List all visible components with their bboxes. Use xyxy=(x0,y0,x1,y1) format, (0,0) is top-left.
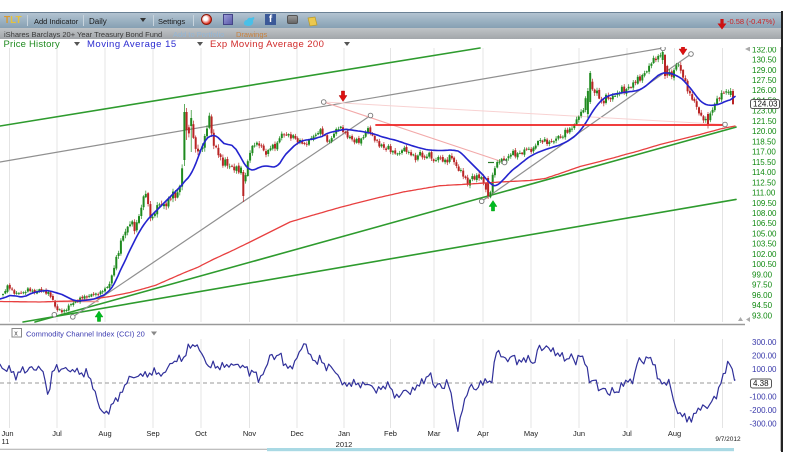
svg-text:200.00: 200.00 xyxy=(752,352,777,361)
svg-text:121.50: 121.50 xyxy=(752,117,777,126)
svg-text:132.00: 132.00 xyxy=(752,47,777,54)
svg-text:100.00: 100.00 xyxy=(752,365,777,374)
svg-text:112.50: 112.50 xyxy=(752,178,776,187)
svg-text:Mar: Mar xyxy=(428,429,441,438)
svg-text:Nov: Nov xyxy=(243,429,257,438)
svg-text:x: x xyxy=(14,331,18,338)
svg-text:4.38: 4.38 xyxy=(753,379,769,388)
svg-text:115.50: 115.50 xyxy=(752,158,776,167)
svg-text:Apr: Apr xyxy=(477,429,489,438)
svg-text:-100.00: -100.00 xyxy=(750,392,778,401)
svg-text:99.00: 99.00 xyxy=(752,270,773,279)
svg-text:Feb: Feb xyxy=(384,429,397,438)
svg-text:93.00: 93.00 xyxy=(752,311,773,320)
svg-text:-300.00: -300.00 xyxy=(750,420,778,429)
svg-text:Jul: Jul xyxy=(52,429,62,438)
svg-text:Jul: Jul xyxy=(622,429,632,438)
svg-text:2012: 2012 xyxy=(336,440,353,449)
svg-text:127.50: 127.50 xyxy=(752,76,777,85)
svg-text:124.03: 124.03 xyxy=(753,100,778,109)
svg-text:100.50: 100.50 xyxy=(752,260,777,269)
svg-text:Aug: Aug xyxy=(98,429,111,438)
svg-text:11: 11 xyxy=(2,437,10,446)
svg-text:129.00: 129.00 xyxy=(752,66,777,75)
svg-text:Sep: Sep xyxy=(146,429,159,438)
svg-text:117.00: 117.00 xyxy=(752,148,776,157)
svg-text:Oct: Oct xyxy=(195,429,208,438)
svg-text:106.50: 106.50 xyxy=(752,219,777,228)
svg-text:-200.00: -200.00 xyxy=(750,406,778,415)
svg-text:9/7/2012: 9/7/2012 xyxy=(715,436,741,443)
svg-text:118.50: 118.50 xyxy=(752,137,776,146)
svg-text:96.00: 96.00 xyxy=(752,291,773,300)
svg-text:114.00: 114.00 xyxy=(752,168,776,177)
svg-text:300.00: 300.00 xyxy=(752,338,777,347)
svg-text:Aug: Aug xyxy=(668,429,681,438)
svg-text:111.00: 111.00 xyxy=(752,189,776,198)
svg-text:94.50: 94.50 xyxy=(752,301,773,310)
svg-text:Commodity Channel Index (CCI): Commodity Channel Index (CCI) 20 xyxy=(26,329,145,338)
svg-text:130.50: 130.50 xyxy=(752,56,777,65)
svg-text:120.00: 120.00 xyxy=(752,127,777,136)
svg-text:102.00: 102.00 xyxy=(752,250,777,259)
svg-text:108.00: 108.00 xyxy=(752,209,777,218)
svg-text:97.50: 97.50 xyxy=(752,281,773,290)
svg-text:Jun: Jun xyxy=(573,429,585,438)
svg-text:May: May xyxy=(524,429,538,438)
svg-text:Dec: Dec xyxy=(290,429,304,438)
svg-text:126.00: 126.00 xyxy=(752,86,777,95)
svg-text:103.50: 103.50 xyxy=(752,240,777,249)
svg-text:105.00: 105.00 xyxy=(752,230,777,239)
svg-text:109.50: 109.50 xyxy=(752,199,777,208)
svg-text:Jan: Jan xyxy=(338,429,350,438)
